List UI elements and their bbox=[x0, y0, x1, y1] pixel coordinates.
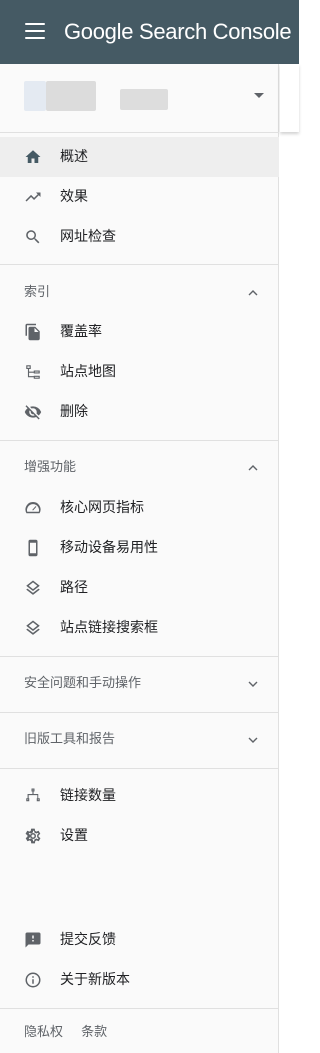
app-header: Google Search Console bbox=[0, 0, 299, 64]
nav-label: 移动设备易用性 bbox=[60, 540, 158, 556]
nav-label: 删除 bbox=[60, 404, 88, 420]
divider bbox=[0, 656, 279, 657]
nav-item-core-web-vitals[interactable]: 核心网页指标 bbox=[0, 488, 279, 528]
nav-item-mobile-usability[interactable]: 移动设备易用性 bbox=[0, 528, 279, 568]
dropdown-arrow-icon bbox=[254, 93, 264, 98]
app-logo[interactable]: Google Search Console bbox=[64, 19, 292, 45]
nav-item-sitelinks-searchbox[interactable]: 站点链接搜索框 bbox=[0, 608, 279, 648]
main-card-edge bbox=[280, 64, 299, 132]
sidebar-footer: 隐私权 条款 bbox=[24, 1021, 121, 1040]
section-title: 安全问题和手动操作 bbox=[24, 676, 142, 691]
nav-item-settings[interactable]: 设置 bbox=[0, 816, 279, 856]
privacy-link[interactable]: 隐私权 bbox=[24, 1025, 63, 1040]
nav-label: 概述 bbox=[60, 149, 88, 165]
nav-label: 提交反馈 bbox=[60, 932, 116, 948]
nav-item-sitemaps[interactable]: 站点地图 bbox=[0, 352, 279, 392]
nav-item-removals[interactable]: 删除 bbox=[0, 392, 279, 432]
chevron-down-icon bbox=[246, 733, 260, 747]
nav-item-links[interactable]: 链接数量 bbox=[0, 776, 279, 816]
chevron-up-icon bbox=[246, 461, 260, 475]
chevron-up-icon bbox=[246, 286, 260, 300]
property-name-blurred bbox=[46, 81, 96, 111]
nav-item-performance[interactable]: 效果 bbox=[0, 177, 279, 217]
search-icon bbox=[24, 228, 42, 246]
home-icon bbox=[24, 148, 42, 166]
smartphone-icon bbox=[24, 539, 42, 557]
section-enhancements[interactable]: 增强功能 bbox=[0, 448, 279, 488]
speedometer-icon bbox=[24, 499, 42, 517]
visibility-off-icon bbox=[24, 403, 42, 421]
divider bbox=[0, 768, 279, 769]
sitemap-icon bbox=[24, 363, 42, 381]
nav-label: 站点地图 bbox=[60, 364, 116, 380]
property-selector[interactable] bbox=[0, 64, 279, 132]
section-title: 旧版工具和报告 bbox=[24, 732, 116, 747]
nav-label: 路径 bbox=[60, 580, 88, 596]
chevron-down-icon bbox=[246, 677, 260, 691]
divider bbox=[0, 440, 279, 441]
section-security-manual-actions[interactable]: 安全问题和手动操作 bbox=[0, 664, 279, 704]
main-content-edge bbox=[280, 64, 299, 1053]
nav-label: 链接数量 bbox=[60, 788, 116, 804]
nav-item-coverage[interactable]: 覆盖率 bbox=[0, 312, 279, 352]
divider bbox=[0, 264, 279, 265]
terms-link[interactable]: 条款 bbox=[81, 1025, 107, 1040]
info-icon bbox=[24, 971, 42, 989]
network-tree-icon bbox=[24, 787, 42, 805]
nav-label: 核心网页指标 bbox=[60, 500, 144, 516]
nav-item-breadcrumbs[interactable]: 路径 bbox=[0, 568, 279, 608]
logo-google: Google bbox=[64, 19, 134, 44]
section-index[interactable]: 索引 bbox=[0, 273, 279, 313]
property-name-blurred-2 bbox=[120, 89, 168, 110]
nav-item-about-new-version[interactable]: 关于新版本 bbox=[0, 960, 279, 1000]
nav-label: 设置 bbox=[60, 828, 88, 844]
gear-icon bbox=[24, 827, 42, 845]
layers-icon bbox=[24, 619, 42, 637]
nav-label: 覆盖率 bbox=[60, 324, 102, 340]
nav-label: 关于新版本 bbox=[60, 972, 130, 988]
copy-pages-icon bbox=[24, 323, 42, 341]
nav-label: 站点链接搜索框 bbox=[60, 620, 158, 636]
property-favicon-blurred bbox=[24, 81, 46, 111]
nav-item-url-inspection[interactable]: 网址检查 bbox=[0, 217, 279, 257]
divider bbox=[0, 132, 279, 133]
nav-item-overview[interactable]: 概述 bbox=[0, 137, 279, 177]
logo-product: Search Console bbox=[138, 19, 292, 44]
section-legacy-tools[interactable]: 旧版工具和报告 bbox=[0, 720, 279, 760]
nav-item-submit-feedback[interactable]: 提交反馈 bbox=[0, 920, 279, 960]
hamburger-menu-icon[interactable] bbox=[25, 23, 45, 41]
nav-label: 网址检查 bbox=[60, 229, 116, 245]
feedback-icon bbox=[24, 931, 42, 949]
trending-up-icon bbox=[24, 188, 42, 206]
nav-label: 效果 bbox=[60, 189, 88, 205]
section-title: 增强功能 bbox=[24, 460, 77, 475]
divider bbox=[0, 1008, 279, 1009]
layers-icon bbox=[24, 579, 42, 597]
divider bbox=[0, 712, 279, 713]
section-title: 索引 bbox=[24, 285, 51, 300]
